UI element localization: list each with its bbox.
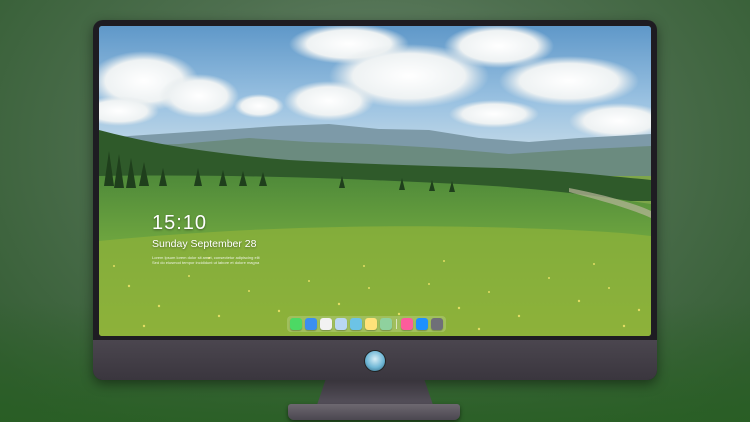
notes-icon[interactable]	[365, 318, 377, 330]
app-store-icon[interactable]	[416, 318, 428, 330]
landscape-image	[99, 26, 651, 336]
lock-notice: Lorem Ipsum lorem dolor sit amet, consec…	[152, 255, 272, 265]
monitor-chin	[93, 340, 657, 380]
lock-notice-line-2: Sed do eiusmod tempor incididunt ut labo…	[152, 260, 260, 265]
messages-icon[interactable]	[290, 318, 302, 330]
screenshot-icon[interactable]	[431, 318, 443, 330]
safari-icon[interactable]	[320, 318, 332, 330]
brand-logo-icon	[364, 350, 386, 372]
monitor: 15:10 Sunday September 28 Lorem Ipsum lo…	[93, 20, 657, 380]
music-icon[interactable]	[401, 318, 413, 330]
photos-icon[interactable]	[380, 318, 392, 330]
monitor-stand-base	[288, 404, 460, 420]
preview-icon[interactable]	[335, 318, 347, 330]
clock-time: 15:10	[152, 212, 208, 234]
claquette-icon[interactable]	[350, 318, 362, 330]
finder-icon[interactable]	[305, 318, 317, 330]
clock-date: Sunday September 28	[152, 238, 257, 250]
dock-separator	[396, 319, 397, 329]
screen: 15:10 Sunday September 28 Lorem Ipsum lo…	[99, 26, 651, 336]
dock	[287, 316, 446, 332]
